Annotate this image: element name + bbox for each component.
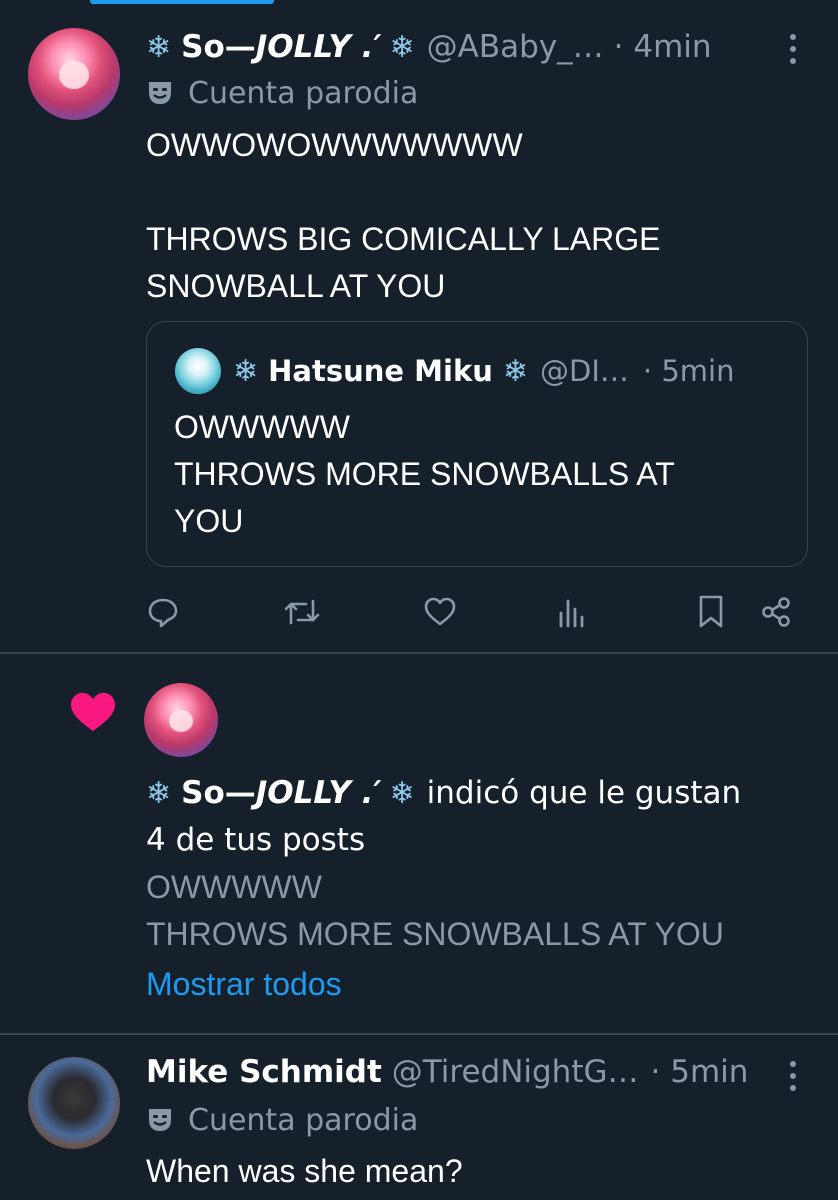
quote-avatar — [175, 348, 221, 394]
notification-action: indicó que le gustan — [426, 775, 742, 811]
parody-label: Cuenta parodia — [146, 74, 418, 112]
heart-filled-icon — [71, 692, 115, 732]
snowflake-icon: ❄ — [146, 775, 172, 811]
snowflake-icon: ❄ — [233, 353, 259, 389]
post-mike[interactable]: Mike Schmidt @TiredNightG… · 5min Cuenta… — [0, 1034, 838, 1200]
post-body: When was she mean? — [146, 1153, 463, 1189]
handle[interactable]: @ABaby_… — [427, 29, 604, 65]
snowflake-icon: ❄ — [146, 29, 172, 65]
reply-icon[interactable] — [141, 590, 185, 634]
like-icon[interactable] — [418, 590, 462, 634]
theater-mask-icon — [149, 82, 171, 104]
snowflake-icon: ❄ — [502, 353, 529, 389]
post-actions — [0, 590, 838, 634]
quote-header: ❄ Hatsune Miku ❄ @DI… · 5min — [233, 351, 735, 391]
avatar[interactable] — [28, 1057, 120, 1149]
post-body: OWWOWOWWWWWWW THROWS BIG COMICALLY LARGE… — [146, 127, 661, 304]
quote-handle: @DI… — [540, 354, 629, 388]
quote-body: OWWWWW THROWS MORE SNOWBALLS AT YOU — [174, 409, 675, 539]
theater-mask-icon — [149, 1109, 171, 1131]
post-jolly[interactable]: ❄ So—JOLLY .′ ❄ @ABaby_… · 4min Cuenta p… — [0, 0, 838, 652]
notification-preview: OWWWWW THROWS MORE SNOWBALLS AT YOU — [146, 869, 724, 952]
post-header: Mike Schmidt @TiredNightG… · 5min — [146, 1052, 748, 1092]
share-icon[interactable] — [754, 590, 798, 634]
more-options-icon[interactable] — [788, 34, 798, 64]
display-name[interactable]: So—JOLLY .′ — [181, 29, 381, 65]
timestamp[interactable]: · 4min — [614, 29, 712, 65]
snowflake-icon: ❄ — [389, 29, 415, 65]
quoted-post[interactable]: ❄ Hatsune Miku ❄ @DI… · 5min OWWWWW THRO… — [146, 321, 808, 567]
avatar[interactable] — [28, 28, 120, 120]
more-options-icon[interactable] — [788, 1061, 798, 1091]
display-name[interactable]: So—JOLLY .′ — [181, 775, 381, 811]
notification-count: 4 de tus posts — [146, 822, 366, 858]
show-all-link[interactable]: Mostrar todos — [146, 961, 342, 1008]
snowflake-icon: ❄ — [389, 775, 415, 811]
parody-text: Cuenta parodia — [188, 75, 419, 111]
avatar[interactable] — [144, 683, 218, 757]
handle[interactable]: @TiredNightG… — [392, 1054, 639, 1090]
repost-icon[interactable] — [280, 590, 324, 634]
bookmark-icon[interactable] — [689, 590, 733, 634]
quote-timestamp: · 5min — [642, 354, 735, 388]
parody-label: Cuenta parodia — [146, 1101, 418, 1139]
display-name[interactable]: Mike Schmidt — [146, 1054, 382, 1090]
quote-display-name: Hatsune Miku — [268, 354, 493, 388]
views-icon[interactable] — [550, 590, 594, 634]
notification-text: ❄ So—JOLLY .′ ❄ indicó que le gustan — [146, 773, 741, 813]
post-header: ❄ So—JOLLY .′ ❄ @ABaby_… · 4min — [146, 27, 712, 67]
like-notification[interactable]: ❄ So—JOLLY .′ ❄ indicó que le gustan 4 d… — [0, 653, 838, 1033]
timestamp[interactable]: · 5min — [651, 1054, 749, 1090]
parody-text: Cuenta parodia — [188, 1102, 419, 1138]
